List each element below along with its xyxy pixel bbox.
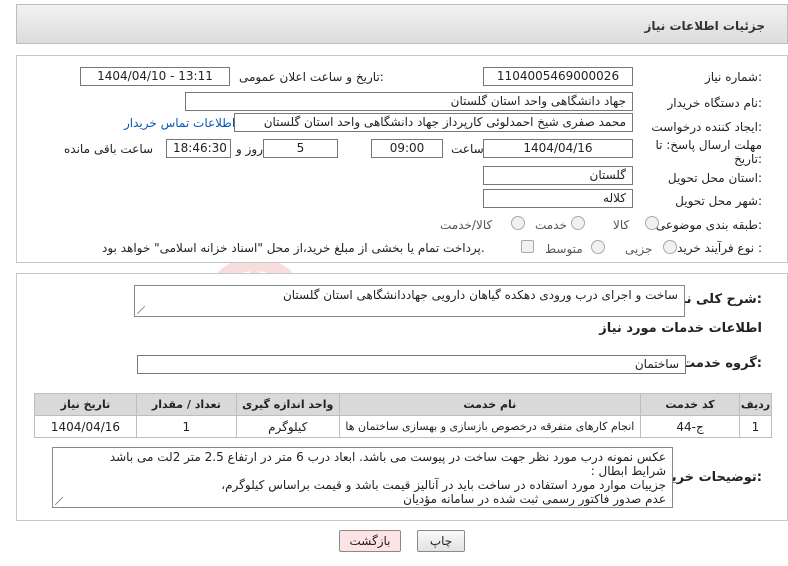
cell-row-number: 1 [738, 415, 773, 438]
buyer-notes-textarea[interactable]: عکس نمونه درب مورد نظر جهت ساخت در پیوست… [52, 447, 673, 508]
process-radio-medium[interactable] [591, 240, 605, 254]
deadline-label-line1: مهلت ارسال پاسخ: تا [655, 138, 762, 152]
category-radio-service[interactable] [571, 216, 585, 230]
category-radio-goods-service[interactable] [511, 216, 525, 230]
buyer-notes-line: جزییات موارد مورد استفاده در ساخت باید د… [221, 478, 666, 492]
announce-datetime-field[interactable]: 1404/04/10 - 13:11 [80, 67, 230, 86]
category-label: طبقه بندی موضوعی: [655, 218, 762, 232]
col-header-service-code: کد خدمت [640, 393, 740, 416]
category-option-goods: کالا [613, 218, 630, 232]
announce-datetime-label: تاریخ و ساعت اعلان عمومی: [239, 70, 384, 84]
category-option-service: خدمت [535, 218, 567, 232]
services-section-title: اطلاعات خدمات مورد نیاز [599, 321, 762, 336]
col-header-row-number: ردیف [738, 393, 773, 416]
page-header: جزئیات اطلاعات نیاز [16, 4, 788, 44]
buyer-org-label: نام دستگاه خریدار: [667, 96, 763, 110]
requester-label: ایجاد کننده درخواست: [651, 120, 762, 134]
table-row[interactable]: 1404/04/16 1 کیلوگرم انجام کارهای متفرقه… [34, 415, 773, 438]
deadline-time-field[interactable]: 09:00 [371, 139, 443, 158]
summary-text: ساخت و اجرای درب ورودی دهکده گیاهان دارو… [282, 288, 678, 302]
treasury-payment-note: پرداخت تمام یا بخشی از مبلغ خرید،از محل … [102, 241, 485, 255]
cell-service-name: انجام کارهای متفرقه درخصوص بازسازی و بهس… [338, 415, 642, 438]
cell-service-code: ج-44 [640, 415, 740, 438]
cell-need-date: 1404/04/16 [34, 415, 137, 438]
services-table: تاریخ نیاز تعداد / مقدار واحد اندازه گیر… [34, 393, 773, 438]
province-label: استان محل تحویل: [667, 171, 762, 185]
deadline-label-line2: تاریخ: [734, 152, 762, 166]
service-group-field[interactable]: ساختمان [137, 355, 686, 374]
city-label: شهر محل تحویل: [675, 194, 762, 208]
col-header-unit: واحد اندازه گیری [235, 393, 340, 416]
deadline-days-field[interactable]: 5 [263, 139, 338, 158]
process-radio-minor[interactable] [663, 240, 677, 254]
need-number-field[interactable]: 1104005469000026 [483, 67, 633, 86]
requester-field[interactable]: محمد صفری شیخ احمدلوئی کارپرداز جهاد دان… [234, 113, 633, 132]
process-type-label: نوع فرآیند خرید : [677, 241, 762, 255]
col-header-service-name: نام خدمت [338, 393, 642, 416]
contact-buyer-link[interactable]: اطلاعات تماس خریدار [124, 116, 235, 130]
category-option-goods-service: کالا/خدمت [440, 218, 493, 232]
remaining-time-field[interactable]: 18:46:30 [166, 139, 231, 158]
city-field[interactable]: کلاله [483, 189, 633, 208]
process-option-medium: متوسط [545, 242, 583, 256]
cell-unit: کیلوگرم [235, 415, 340, 438]
need-number-label: شماره نیاز: [704, 70, 762, 84]
service-group-label: گروه خدمت: [682, 356, 762, 371]
col-header-quantity: تعداد / مقدار [135, 393, 237, 416]
province-field[interactable]: گلستان [483, 166, 633, 185]
resize-handle-icon[interactable] [55, 497, 63, 505]
buyer-notes-line: عدم صدور فاکتور رسمی ثبت شده در سامانه م… [403, 492, 666, 506]
page-title: جزئیات اطلاعات نیاز [644, 19, 765, 33]
process-option-minor: جزیی [625, 242, 653, 256]
back-button[interactable]: بازگشت [339, 530, 401, 552]
buyer-notes-line: عکس نمونه درب مورد نظر جهت ساخت در پیوست… [109, 450, 666, 464]
col-header-need-date: تاریخ نیاز [34, 393, 137, 416]
remaining-time-label: ساعت باقی مانده [64, 142, 154, 156]
category-radio-goods[interactable] [645, 216, 659, 230]
table-header-row: تاریخ نیاز تعداد / مقدار واحد اندازه گیر… [34, 393, 773, 416]
treasury-payment-checkbox[interactable] [521, 240, 534, 253]
summary-textarea[interactable]: ساخت و اجرای درب ورودی دهکده گیاهان دارو… [134, 285, 685, 317]
resize-handle-icon[interactable] [137, 306, 145, 314]
deadline-date-field[interactable]: 1404/04/16 [483, 139, 633, 158]
deadline-time-label: ساعت [451, 142, 484, 156]
buyer-org-field[interactable]: جهاد دانشگاهی واحد استان گلستان [185, 92, 633, 111]
print-button[interactable]: چاپ [417, 530, 465, 552]
buyer-notes-line: شرایط ابطال : [590, 464, 666, 478]
deadline-days-label: روز و [236, 142, 263, 156]
cell-quantity: 1 [135, 415, 237, 438]
